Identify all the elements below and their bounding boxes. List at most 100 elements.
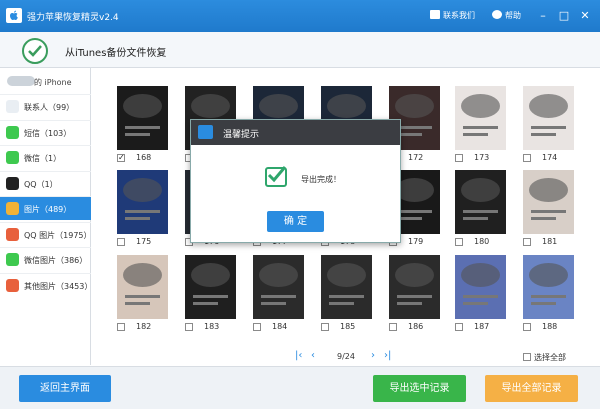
photo-thumbnail[interactable] (117, 170, 168, 234)
thumbnail-number: 185 (340, 322, 356, 331)
thumbnail-content (125, 302, 150, 305)
photo-thumbnail[interactable] (253, 255, 304, 319)
category-icon (6, 278, 19, 292)
prev-page-icon[interactable]: ‹ (311, 351, 315, 361)
photo-thumbnail[interactable] (321, 255, 372, 319)
sidebar-item-label: 微信（1） (24, 154, 62, 163)
thumbnail-checkbox[interactable] (523, 154, 531, 162)
photo-thumbnail[interactable] (455, 255, 506, 319)
photo-thumbnail[interactable] (185, 255, 236, 319)
thumbnail-content (529, 263, 568, 287)
contact-us-link[interactable]: 联系我们 (430, 10, 475, 21)
device-avatar (7, 76, 35, 86)
photo-thumbnail[interactable] (455, 86, 506, 150)
thumbnail-number: 188 (542, 322, 558, 331)
thumbnail-content (191, 94, 230, 118)
thumbnail-checkbox[interactable] (185, 323, 193, 331)
select-all-box (523, 353, 531, 361)
photo-thumbnail[interactable] (389, 255, 440, 319)
thumbnail-checkbox[interactable] (389, 323, 397, 331)
category-icon (6, 151, 19, 164)
thumbnail-number: 181 (542, 237, 558, 246)
device-item[interactable]: 的 iPhone (4, 73, 88, 89)
photo-thumbnail[interactable] (523, 170, 574, 234)
next-page-icon[interactable]: › (371, 351, 375, 361)
pager: |‹ ‹ 9/24 › ›| (295, 351, 405, 362)
thumbnail-number: 187 (474, 322, 490, 331)
photo-thumbnail[interactable] (523, 255, 574, 319)
thumbnail-checkbox[interactable] (117, 323, 125, 331)
thumbnail-content (463, 133, 488, 136)
close-button[interactable]: ✕ (576, 7, 594, 25)
photo-thumbnail[interactable] (523, 86, 574, 150)
thumbnail-content (327, 263, 366, 287)
sidebar-item[interactable]: 图片（489） (0, 196, 91, 220)
thumbnail-checkbox[interactable] (253, 323, 261, 331)
thumbnail-checkbox[interactable] (117, 238, 125, 246)
sidebar-item[interactable]: 微信图片（386） (0, 247, 91, 271)
thumbnail-checkbox[interactable] (117, 153, 125, 162)
title-bar: 强力苹果恢复精灵v2.4 联系我们 帮助 – □ ✕ (0, 0, 600, 32)
thumbnail-checkbox[interactable] (455, 238, 463, 246)
thumbnail-checkbox[interactable] (523, 238, 531, 246)
sidebar-item[interactable]: 短信（103） (0, 119, 91, 144)
export-all-button[interactable]: 导出全部记录 (485, 375, 578, 402)
device-name: 的 iPhone (34, 78, 72, 87)
thumbnail-checkbox[interactable] (523, 323, 531, 331)
sidebar-item-label: 联系人（99） (24, 103, 75, 112)
thumbnail-content (123, 178, 162, 202)
minimize-button[interactable]: – (534, 7, 552, 25)
sidebar-item[interactable]: 其他图片（3453） (0, 272, 92, 297)
back-button[interactable]: 返回主界面 (19, 375, 111, 402)
thumbnail-number: 183 (204, 322, 220, 331)
page-title: 从iTunes备份文件恢复 (65, 48, 167, 59)
thumbnail-content (125, 217, 150, 220)
thumbnail-number: 179 (408, 237, 424, 246)
select-all-checkbox[interactable]: 选择全部 (523, 352, 566, 363)
sidebar-item-label: QQ 图片（1975） (24, 230, 92, 240)
thumbnail-content (463, 295, 498, 298)
help-link[interactable]: 帮助 (492, 10, 521, 21)
photo-thumbnail[interactable] (117, 255, 168, 319)
thumbnail-content (397, 302, 422, 305)
thumbnail-caption: 181 (523, 237, 578, 248)
category-icon (6, 100, 19, 113)
thumbnail-caption: 188 (523, 322, 578, 333)
thumbnail-content (531, 210, 566, 213)
first-page-icon[interactable]: |‹ (295, 351, 302, 361)
last-page-icon[interactable]: ›| (384, 351, 391, 361)
thumbnail-caption: 186 (389, 322, 444, 333)
thumbnail-content (259, 263, 298, 287)
photo-thumbnail[interactable] (117, 86, 168, 150)
export-selected-button[interactable]: 导出选中记录 (373, 375, 466, 402)
header-bar: 从iTunes备份文件恢复 (0, 32, 600, 68)
thumbnail-number: 173 (474, 153, 490, 162)
thumbnail-content (463, 217, 488, 220)
sidebar-item[interactable]: 微信（1） (0, 145, 91, 169)
thumbnail-content (397, 126, 432, 129)
thumbnail-content (123, 94, 162, 118)
thumbnail-content (461, 263, 500, 287)
thumbnail-caption: 168 (117, 153, 172, 164)
thumbnail-content (461, 178, 500, 202)
thumbnail-checkbox[interactable] (321, 323, 329, 331)
thumbnail-content (193, 302, 218, 305)
thumbnail-content (531, 126, 566, 129)
sidebar-item[interactable]: QQ 图片（1975） (0, 221, 92, 246)
sidebar-item[interactable]: QQ（1） (0, 170, 91, 195)
maximize-button[interactable]: □ (555, 7, 573, 25)
ok-button[interactable]: 确 定 (267, 211, 324, 232)
category-sidebar: 的 iPhone 联系人（99） 短信（103） 微信（1） QQ（1） 图片（489）… (0, 68, 92, 365)
category-icon (6, 202, 19, 215)
dialog-message: 导出完成！ (301, 175, 341, 184)
thumbnail-content (463, 302, 488, 305)
thumbnail-content (531, 133, 556, 136)
sidebar-item[interactable]: 联系人（99） (0, 94, 91, 118)
thumbnail-checkbox[interactable] (455, 323, 463, 331)
thumbnail-content (125, 210, 160, 213)
thumbnail-checkbox[interactable] (455, 154, 463, 162)
photo-thumbnail[interactable] (455, 170, 506, 234)
category-icon (6, 176, 19, 190)
thumbnail-content (461, 94, 500, 118)
thumbnail-caption: 187 (455, 322, 510, 333)
